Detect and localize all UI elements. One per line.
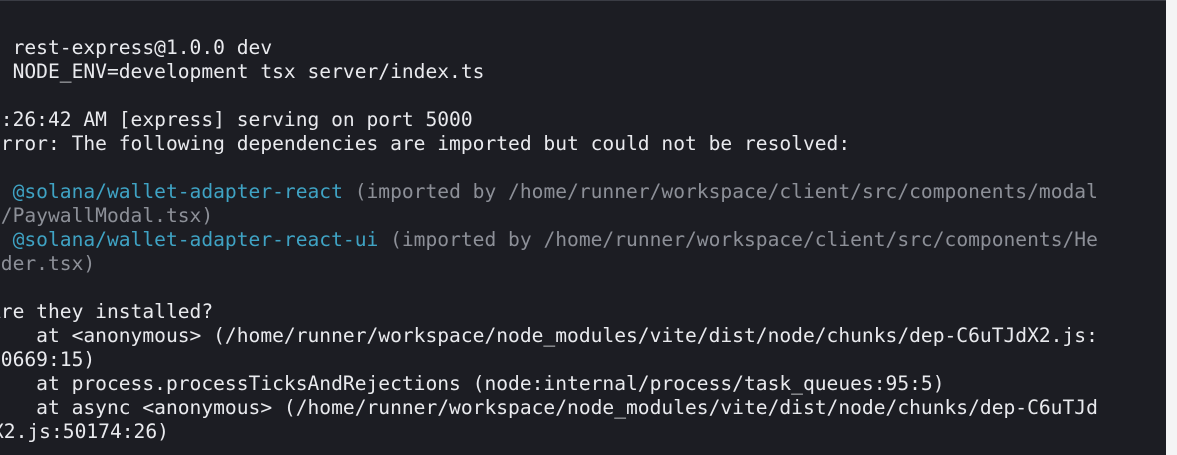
unresolved-dependency-line: @solana/wallet-adapter-react-ui (importe… xyxy=(0,228,1098,252)
stack-trace-line-with-cursor: X2.js:50174:26) xyxy=(0,420,1098,444)
terminal-output[interactable]: > rest-express@1.0.0 dev > NODE_ENV=devel… xyxy=(0,36,1098,444)
unresolved-dependency-line: @solana/wallet-adapter-react (imported b… xyxy=(0,180,1098,204)
package-name: @solana/wallet-adapter-react xyxy=(12,180,343,203)
terminal-panel[interactable]: > rest-express@1.0.0 dev > NODE_ENV=devel… xyxy=(0,0,1177,455)
package-name: @solana/wallet-adapter-react-ui xyxy=(12,228,379,251)
import-detail: (imported by /home/runner/workspace/clie… xyxy=(354,180,1098,203)
stack-trace-line: at process.processTicksAndRejections (no… xyxy=(0,372,945,395)
stack-trace-text: X2.js:50174:26) xyxy=(0,420,169,443)
scrollbar[interactable] xyxy=(1166,0,1177,455)
output-line: > rest-express@1.0.0 dev xyxy=(0,36,273,59)
stack-trace-line: at <anonymous> (/home/runner/workspace/n… xyxy=(0,324,1098,347)
output-line: 1:26:42 AM [express] serving on port 500… xyxy=(0,108,473,131)
output-line: > NODE_ENV=development tsx server/index.… xyxy=(0,60,485,83)
error-line: Error: The following dependencies are im… xyxy=(0,132,851,155)
output-line: Are they installed? xyxy=(0,300,214,323)
import-detail-continuation: s/PaywallModal.tsx) xyxy=(0,204,214,227)
stack-trace-line: at async <anonymous> (/home/runner/works… xyxy=(0,396,1098,419)
stack-trace-line: 50669:15) xyxy=(0,348,96,371)
panel-divider xyxy=(0,0,1167,1)
import-detail-continuation: ader.tsx) xyxy=(0,252,96,275)
import-detail: (imported by /home/runner/workspace/clie… xyxy=(390,228,1098,251)
